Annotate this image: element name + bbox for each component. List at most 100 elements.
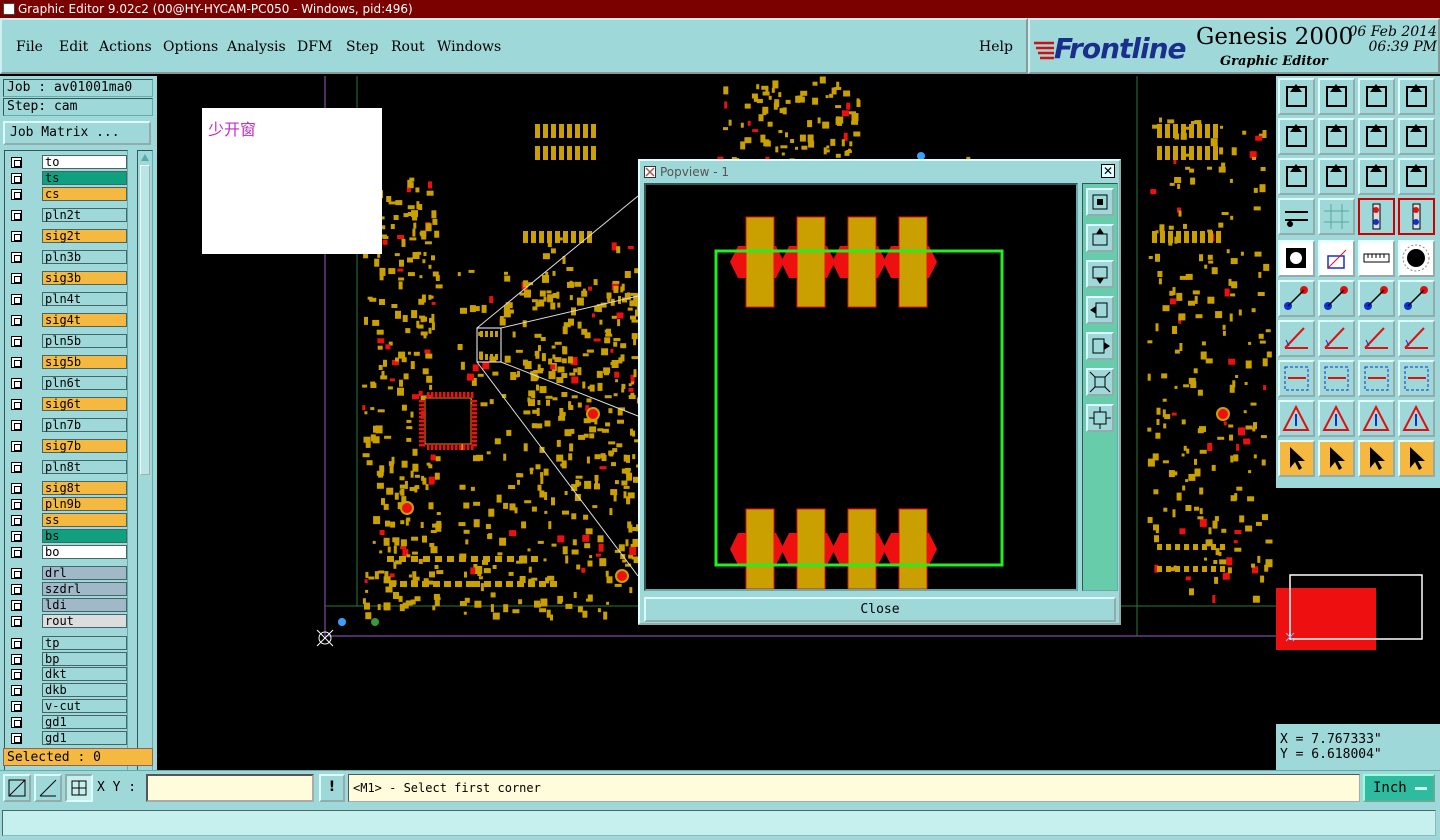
menu-file[interactable]: File bbox=[16, 39, 43, 55]
menu-help[interactable]: Help bbox=[979, 39, 1013, 55]
layer-checkbox[interactable] bbox=[11, 654, 22, 665]
layer-name[interactable]: bo bbox=[42, 545, 127, 559]
layer-name[interactable]: pln5b bbox=[42, 334, 127, 348]
layer-name[interactable]: ss bbox=[42, 513, 127, 527]
layer-name[interactable]: ldi bbox=[42, 598, 127, 612]
popview-zoom-fit-button[interactable] bbox=[1086, 188, 1114, 216]
layer-name[interactable]: v-cut bbox=[42, 699, 127, 713]
layer-checkbox[interactable] bbox=[11, 638, 22, 649]
snap-features-button[interactable] bbox=[1358, 198, 1395, 235]
layer-name[interactable]: pln3b bbox=[42, 250, 127, 264]
zoom-center-button[interactable] bbox=[1318, 158, 1355, 195]
layer-checkbox[interactable] bbox=[11, 483, 22, 494]
dimension-button[interactable] bbox=[1358, 360, 1395, 397]
query-help-button[interactable] bbox=[1398, 158, 1435, 195]
measure-mode-button[interactable] bbox=[34, 774, 62, 802]
layer-row-dkb[interactable]: dkb bbox=[7, 683, 127, 698]
layer-name[interactable]: sig8t bbox=[42, 481, 127, 495]
layer-row-tp[interactable]: tp bbox=[7, 636, 127, 651]
layer-name[interactable]: pln8t bbox=[42, 460, 127, 474]
popview-zoom-out-button[interactable] bbox=[1086, 368, 1114, 396]
menu-analysis[interactable]: Analysis bbox=[227, 39, 286, 55]
units-selector[interactable]: Inch bbox=[1363, 774, 1435, 802]
layer-checkbox[interactable] bbox=[11, 733, 22, 744]
scroll-thumb[interactable] bbox=[140, 165, 150, 475]
angle-line-button[interactable] bbox=[1278, 320, 1315, 357]
triangle-shape-button[interactable] bbox=[1318, 400, 1355, 437]
layer-checkbox[interactable] bbox=[11, 189, 22, 200]
popview-window[interactable]: Popview - 1 ✕ Close bbox=[638, 159, 1121, 625]
layer-row-pln4t[interactable]: pln4t bbox=[7, 292, 127, 307]
popview-close-button[interactable]: Close bbox=[644, 597, 1116, 622]
select-box-button[interactable] bbox=[1318, 440, 1355, 477]
window-title-bar[interactable]: Graphic Editor 9.02c2 (00@HY-HYCAM-PC050… bbox=[0, 0, 1440, 18]
layer-name[interactable]: pln4t bbox=[42, 292, 127, 306]
layer-row-szdrl[interactable]: szdrl bbox=[7, 582, 127, 597]
layer-name[interactable]: bp bbox=[42, 652, 127, 666]
attributes-button[interactable] bbox=[1278, 198, 1315, 235]
layer-checkbox[interactable] bbox=[11, 685, 22, 696]
layer-checkbox[interactable] bbox=[11, 315, 22, 326]
pan-left-button[interactable] bbox=[1278, 118, 1315, 155]
move-arrow-button[interactable] bbox=[1358, 280, 1395, 317]
layer-checkbox[interactable] bbox=[11, 357, 22, 368]
pad-shape-button[interactable] bbox=[1278, 240, 1315, 277]
layer-name[interactable]: sig7b bbox=[42, 439, 127, 453]
layer-row-pln5b[interactable]: pln5b bbox=[7, 334, 127, 349]
popview-pan-right-button[interactable] bbox=[1086, 332, 1114, 360]
scroll-up-icon[interactable] bbox=[140, 152, 150, 162]
layer-row-bp[interactable]: bp bbox=[7, 652, 127, 667]
arc-rotate-button[interactable] bbox=[1358, 320, 1395, 357]
layer-checkbox[interactable] bbox=[11, 294, 22, 305]
zoom-down-button[interactable] bbox=[1318, 78, 1355, 115]
layer-row-sig5b[interactable]: sig5b bbox=[7, 355, 127, 370]
menu-dfm[interactable]: DFM bbox=[297, 39, 332, 55]
duplicate-button[interactable] bbox=[1398, 360, 1435, 397]
popview-close-icon[interactable]: ✕ bbox=[1101, 164, 1115, 178]
layer-checkbox[interactable] bbox=[11, 701, 22, 712]
zoom-home-button[interactable] bbox=[1278, 78, 1315, 115]
layer-row-ss[interactable]: ss bbox=[7, 513, 127, 528]
line-break-button[interactable] bbox=[1318, 360, 1355, 397]
layer-name[interactable]: pln9b bbox=[42, 497, 127, 511]
layer-row-pln3b[interactable]: pln3b bbox=[7, 250, 127, 265]
layer-name[interactable]: dkb bbox=[42, 683, 127, 697]
grid-mode-button[interactable] bbox=[65, 774, 93, 802]
layer-name[interactable]: tp bbox=[42, 636, 127, 650]
layer-checkbox[interactable] bbox=[11, 378, 22, 389]
layer-row-sig3b[interactable]: sig3b bbox=[7, 271, 127, 286]
layer-row-gd1[interactable]: gd1 bbox=[7, 715, 127, 730]
layer-row-pln6t[interactable]: pln6t bbox=[7, 376, 127, 391]
measure-ruler-button[interactable] bbox=[1358, 240, 1395, 277]
popview-pan-left-button[interactable] bbox=[1086, 296, 1114, 324]
popview-zoom-view[interactable] bbox=[644, 183, 1078, 591]
popview-zoom-in-button[interactable] bbox=[1086, 404, 1114, 432]
snap-select-button[interactable] bbox=[1398, 198, 1435, 235]
layer-row-cs[interactable]: cs bbox=[7, 187, 127, 202]
layer-checkbox[interactable] bbox=[11, 515, 22, 526]
layer-row-sig6t[interactable]: sig6t bbox=[7, 397, 127, 412]
layer-row-bo[interactable]: bo bbox=[7, 545, 127, 560]
layer-checkbox[interactable] bbox=[11, 336, 22, 347]
outline-draw-button[interactable] bbox=[1318, 240, 1355, 277]
layer-checkbox[interactable] bbox=[11, 273, 22, 284]
step-repeat-button[interactable] bbox=[1398, 118, 1435, 155]
layer-checkbox[interactable] bbox=[11, 717, 22, 728]
point-select-button[interactable] bbox=[1278, 360, 1315, 397]
popview-pan-up-button[interactable] bbox=[1086, 224, 1114, 252]
split-trace-button[interactable] bbox=[1398, 320, 1435, 357]
rotate-button[interactable] bbox=[1358, 118, 1395, 155]
layer-name[interactable]: gd1 bbox=[42, 731, 127, 745]
layer-name[interactable]: to bbox=[42, 155, 127, 169]
layer-checkbox[interactable] bbox=[11, 669, 22, 680]
layer-checkbox[interactable] bbox=[11, 531, 22, 542]
triangle-cross-button[interactable] bbox=[1398, 400, 1435, 437]
layer-row-ts[interactable]: ts bbox=[7, 171, 127, 186]
layer-name[interactable]: cs bbox=[42, 187, 127, 201]
popview-pan-down-button[interactable] bbox=[1086, 260, 1114, 288]
layer-name[interactable]: sig3b bbox=[42, 271, 127, 285]
menu-step[interactable]: Step bbox=[346, 39, 378, 55]
layer-row-v-cut[interactable]: v-cut bbox=[7, 699, 127, 714]
warning-button[interactable]: ! bbox=[319, 774, 345, 802]
triangle-up-button[interactable] bbox=[1278, 400, 1315, 437]
